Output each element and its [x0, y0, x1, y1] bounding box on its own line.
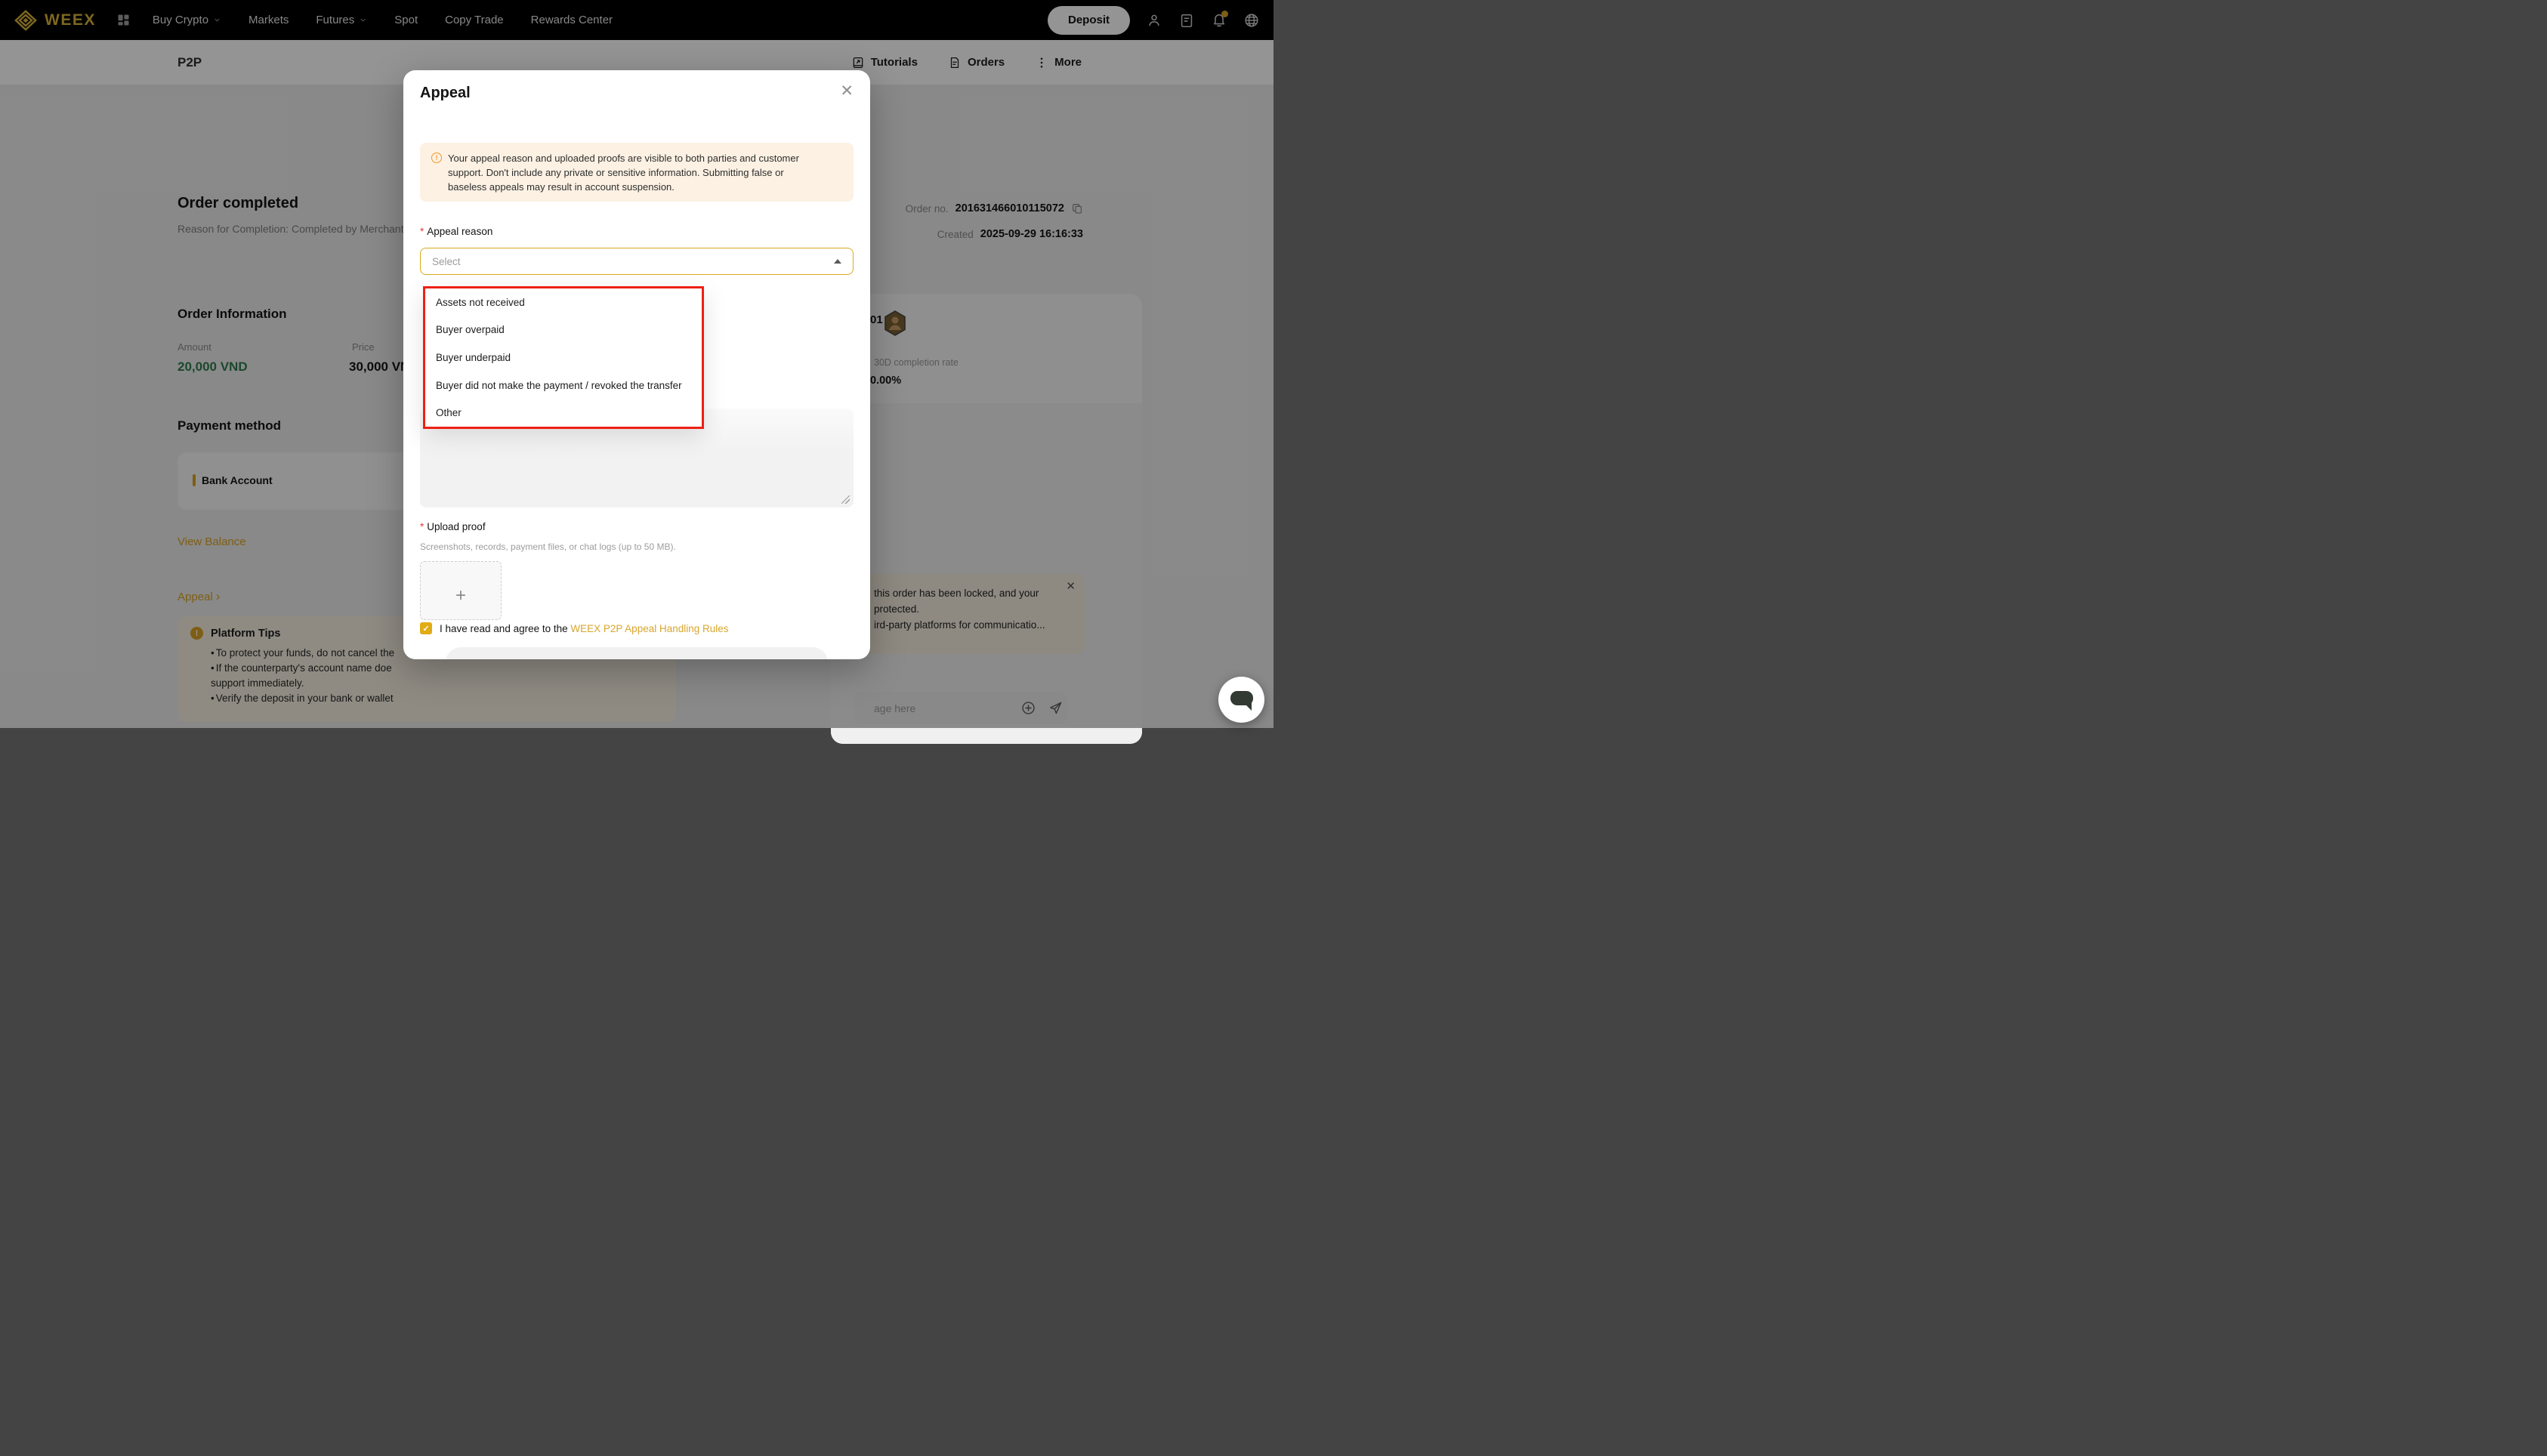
appeal-reason-option[interactable]: Buyer overpaid	[425, 316, 702, 344]
appeal-reason-option[interactable]: Buyer underpaid	[425, 344, 702, 372]
appeal-reason-option[interactable]: Buyer did not make the payment / revoked…	[425, 372, 702, 399]
upload-proof-label-text: Upload proof	[427, 521, 485, 532]
upload-proof-label: *Upload proof	[420, 521, 486, 532]
appeal-reason-label: *Appeal reason	[420, 226, 492, 237]
upload-proof-hint: Screenshots, records, payment files, or …	[420, 541, 676, 552]
select-placeholder: Select	[432, 256, 461, 267]
agree-row: ✓ I have read and agree to the WEEX P2P …	[420, 622, 729, 634]
info-icon: !	[431, 153, 442, 163]
chat-bubble-icon	[1230, 691, 1253, 705]
agree-prefix: I have read and agree to the	[440, 623, 570, 634]
plus-icon: +	[455, 585, 466, 606]
appeal-reason-option[interactable]: Assets not received	[425, 288, 702, 316]
required-asterisk: *	[420, 521, 424, 532]
appeal-warning-box: ! Your appeal reason and uploaded proofs…	[420, 143, 854, 202]
appeal-warning-text: Your appeal reason and uploaded proofs a…	[448, 151, 820, 193]
modal-close-icon[interactable]: ✕	[840, 82, 854, 100]
agree-checkbox[interactable]: ✓	[420, 622, 432, 634]
submit-button[interactable]	[446, 647, 828, 659]
appeal-reason-option[interactable]: Other	[425, 399, 702, 427]
appeal-reason-select[interactable]: Select	[420, 248, 854, 275]
required-asterisk: *	[420, 226, 424, 237]
appeal-rules-link[interactable]: WEEX P2P Appeal Handling Rules	[570, 623, 728, 634]
agree-text: I have read and agree to the WEEX P2P Ap…	[440, 623, 729, 634]
chevron-up-icon	[834, 259, 841, 264]
upload-proof-dropzone[interactable]: +	[420, 561, 502, 620]
appeal-reason-label-text: Appeal reason	[427, 226, 492, 237]
support-chat-button[interactable]	[1218, 677, 1264, 723]
resize-handle[interactable]	[841, 495, 850, 504]
appeal-modal: Appeal ✕ ! Your appeal reason and upload…	[403, 70, 870, 659]
appeal-reason-dropdown: Assets not receivedBuyer overpaidBuyer u…	[423, 286, 704, 429]
modal-title: Appeal	[420, 85, 471, 102]
